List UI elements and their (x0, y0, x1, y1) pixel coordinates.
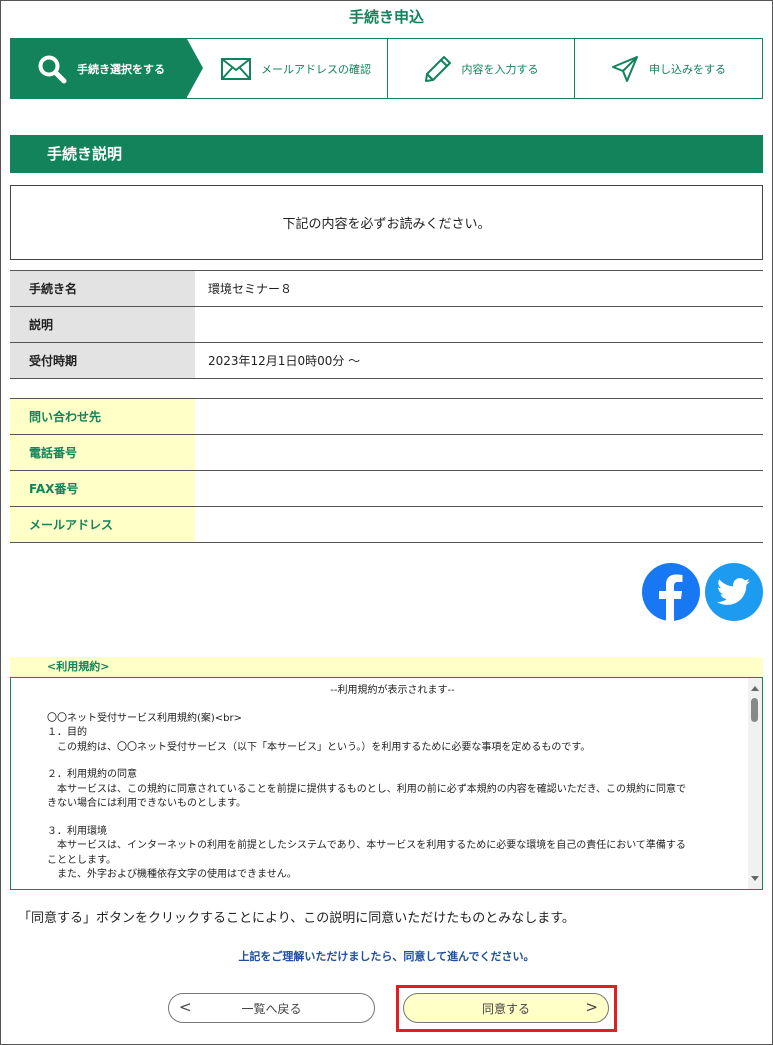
contact-info-table: 問い合わせ先 電話番号 FAX番号 メールアドレス (10, 398, 763, 543)
step-select-procedure: 手続き選択をする (11, 39, 203, 98)
terms-label: <利用規約> (10, 657, 763, 677)
table-row: FAX番号 (10, 470, 763, 507)
twitter-share-button[interactable] (705, 563, 763, 621)
twitter-icon (717, 578, 751, 605)
row-label: 説明 (10, 306, 195, 343)
table-row: 手続き名 環境セミナー８ (10, 270, 763, 307)
row-label: 手続き名 (10, 270, 195, 307)
agree-button[interactable]: 同意する > (403, 993, 609, 1023)
step-label: 内容を入力する (461, 62, 539, 76)
table-row: 受付時期 2023年12月1日0時00分 ～ (10, 342, 763, 379)
procedure-info-table: 手続き名 環境セミナー８ 説明 受付時期 2023年12月1日0時00分 ～ (10, 270, 763, 379)
section-title: 手続き説明 (10, 135, 763, 173)
row-label: メールアドレス (10, 506, 195, 543)
table-row: 問い合わせ先 (10, 398, 763, 435)
facebook-icon (659, 574, 683, 621)
row-label: FAX番号 (10, 470, 195, 507)
terms-scrollbar[interactable] (748, 678, 762, 889)
scroll-down-icon[interactable] (751, 876, 759, 881)
search-icon (38, 55, 67, 83)
proceed-text: 上記をご理解いただけましたら、同意して進んでください。 (238, 950, 535, 963)
terms-section-body: こととします。 (47, 854, 116, 866)
terms-section-title: １．目的 (47, 727, 87, 738)
facebook-share-button[interactable] (642, 563, 700, 621)
row-value: 2023年12月1日0時00分 ～ (195, 342, 763, 379)
scroll-thumb[interactable] (751, 698, 758, 722)
row-value (195, 470, 763, 507)
table-row: メールアドレス (10, 506, 763, 543)
terms-title: 〇〇ネット受付サービス利用規約(案)<br> (47, 712, 243, 724)
scroll-up-icon[interactable] (751, 686, 759, 691)
terms-content: --利用規約が表示されます-- 〇〇ネット受付サービス利用規約(案)<br> １… (11, 678, 748, 883)
back-button-label: 一覧へ戻る (241, 1001, 302, 1016)
terms-textarea[interactable]: --利用規約が表示されます-- 〇〇ネット受付サービス利用規約(案)<br> １… (10, 677, 763, 890)
row-value (195, 434, 763, 471)
step-confirm-email: メールアドレスの確認 (187, 39, 388, 98)
agree-button-label: 同意する (481, 1001, 530, 1016)
terms-section-title: ２．利用規約の同意 (47, 769, 137, 780)
chevron-left-icon: < (179, 998, 192, 1016)
page-title: 手続き申込 (348, 8, 424, 26)
step-submit: 申し込みをする (575, 39, 762, 98)
pencil-icon (424, 55, 451, 82)
terms-section-body: きない場合には利用できないものとします。 (47, 798, 246, 809)
row-value (195, 506, 763, 543)
envelope-icon (221, 57, 251, 80)
row-label: 電話番号 (10, 434, 195, 471)
row-value (195, 306, 763, 343)
terms-section-title: ３．利用環境 (47, 825, 107, 837)
notice-box: 下記の内容を必ずお読みください。 (10, 185, 763, 260)
step-label: 申し込みをする (649, 62, 726, 76)
table-row: 電話番号 (10, 434, 763, 471)
terms-section-body: 本サービスは、この規約に同意されていることを前提に提供するものとし、利用の前に必… (57, 783, 686, 795)
terms-section-body: この規約は、〇〇ネット受付サービス（以下「本サービス」という。）を利用するために… (57, 741, 591, 753)
step-label: メールアドレスの確認 (261, 62, 371, 76)
row-label: 問い合わせ先 (10, 398, 195, 435)
back-to-list-button[interactable]: < 一覧へ戻る (168, 993, 375, 1023)
consent-text: 「同意する」ボタンをクリックすることにより、この説明に同意いただけたものとみなし… (18, 911, 575, 926)
social-share (642, 563, 763, 621)
step-label: 手続き選択をする (77, 62, 165, 76)
terms-section-body: 本サービスは、インターネットの利用を前提としたシステムであり、本サービスを利用す… (57, 840, 686, 851)
progress-steps: 手続き選択をする メールアドレスの確認 内容を入力する 申し込みをする (10, 38, 763, 99)
chevron-right-icon: > (585, 998, 598, 1016)
row-value (195, 398, 763, 435)
row-value: 環境セミナー８ (195, 270, 763, 307)
paper-plane-icon (612, 55, 638, 82)
terms-section-body: また、外字および機種依存文字の使用はできません。 (57, 869, 297, 880)
table-row: 説明 (10, 306, 763, 343)
notice-text: 下記の内容を必ずお読みください。 (282, 217, 491, 232)
row-label: 受付時期 (10, 342, 195, 379)
terms-header: --利用規約が表示されます-- (330, 685, 455, 696)
step-enter-details: 内容を入力する (388, 39, 575, 98)
